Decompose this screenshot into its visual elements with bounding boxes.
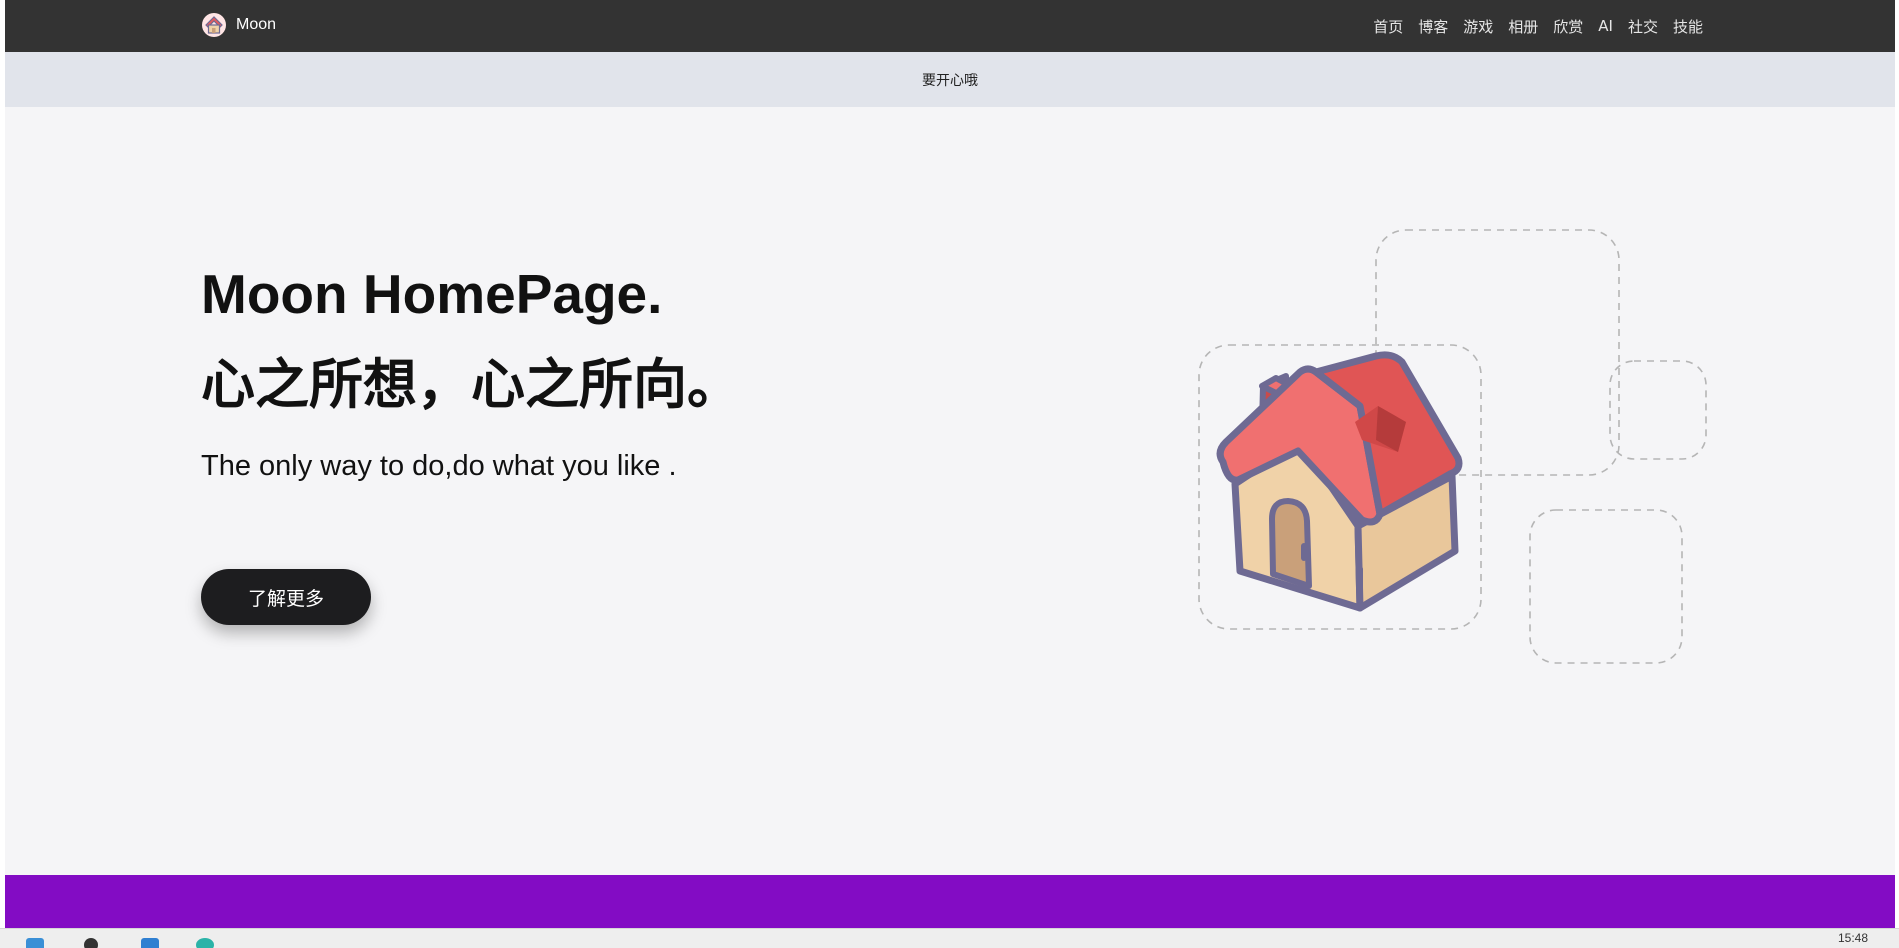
hero-title-chinese: 心之所想，心之所向。 xyxy=(201,353,741,416)
windows-start-icon[interactable] xyxy=(26,938,44,948)
brand-link[interactable]: Moon xyxy=(201,11,276,39)
dashed-frame-bottom xyxy=(1529,509,1683,664)
announcement-text: 要开心哦 xyxy=(922,72,978,89)
os-taskbar: 15:48 xyxy=(0,928,1899,948)
house-icon xyxy=(202,13,226,37)
nav-links: 首页 博客 游戏 相册 欣赏 AI 社交 技能 xyxy=(1373,0,1703,52)
page: Moon 首页 博客 游戏 相册 欣赏 AI 社交 技能 要开心哦 Moon H… xyxy=(0,0,1899,948)
learn-more-button[interactable]: 了解更多 xyxy=(201,569,371,625)
nav-link-appreciate[interactable]: 欣赏 xyxy=(1553,16,1583,37)
nav-link-home[interactable]: 首页 xyxy=(1373,16,1403,37)
search-icon[interactable] xyxy=(84,938,98,948)
hero-illustration xyxy=(1198,229,1707,664)
browser-icon[interactable] xyxy=(196,938,214,948)
nav-link-games[interactable]: 游戏 xyxy=(1463,16,1493,37)
footer-band xyxy=(5,875,1895,928)
nav-link-ai[interactable]: AI xyxy=(1598,17,1613,35)
nav-link-skills[interactable]: 技能 xyxy=(1673,16,1703,37)
nav-link-social[interactable]: 社交 xyxy=(1628,16,1658,37)
nav-link-album[interactable]: 相册 xyxy=(1508,16,1538,37)
hero-subtitle: The only way to do,do what you like . xyxy=(201,450,677,482)
taskbar-clock[interactable]: 15:48 xyxy=(1838,931,1868,945)
hero-title-english: Moon HomePage. xyxy=(201,263,663,325)
nav-link-blog[interactable]: 博客 xyxy=(1418,16,1448,37)
brand-name: Moon xyxy=(236,16,277,33)
announcement-bar: 要开心哦 xyxy=(5,52,1895,107)
browser-viewport: Moon 首页 博客 游戏 相册 欣赏 AI 社交 技能 要开心哦 Moon H… xyxy=(5,0,1895,928)
house-icon xyxy=(1216,351,1463,612)
top-navbar: Moon 首页 博客 游戏 相册 欣赏 AI 社交 技能 xyxy=(5,0,1895,52)
file-explorer-icon[interactable] xyxy=(141,938,159,948)
dashed-frame-small xyxy=(1609,360,1707,460)
